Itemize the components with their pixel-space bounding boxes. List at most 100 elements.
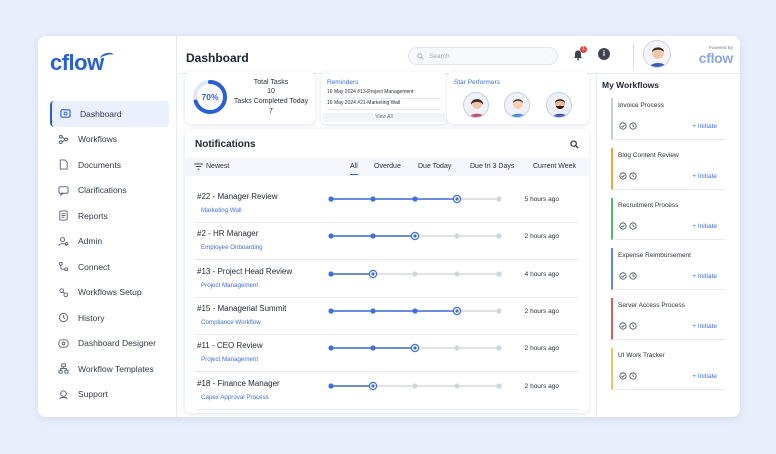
initiate-button[interactable]: + Initiate (692, 123, 717, 130)
workflow-name: Recruitment Process (618, 202, 679, 209)
tab-due-in-3-days[interactable]: Due In 3 Days (470, 163, 514, 170)
initiate-button[interactable]: + Initiate (692, 273, 717, 280)
notification-row[interactable]: #2 - HR Manager Employee Onboarding 2 hour… (195, 223, 579, 261)
workflow-card[interactable]: Server Access Process + Initiate (611, 298, 725, 340)
check-circle-icon[interactable] (619, 322, 627, 330)
notification-row[interactable]: #18 - Finance Manager Capex Approval Proc… (195, 373, 579, 410)
check-circle-icon[interactable] (619, 272, 627, 280)
check-circle-icon[interactable] (619, 122, 627, 130)
tab-current-week[interactable]: Current Week (533, 163, 576, 170)
performer-avatar[interactable] (463, 92, 489, 118)
sidebar-item-dashboard-designer[interactable]: Dashboard Designer (50, 331, 169, 357)
search-icon (417, 52, 424, 60)
sidebar-item-connect[interactable]: Connect (50, 254, 169, 280)
search-input[interactable]: Search (408, 47, 558, 65)
notifications-search-icon[interactable] (570, 140, 579, 149)
notification-time: 2 hours ago (524, 382, 559, 390)
reminder-item[interactable]: 16 May 2024 #13-Project Management (327, 89, 441, 99)
notification-title: #2 - HR Manager (197, 229, 259, 239)
workflow-card[interactable]: Expense Reimbursement + Initiate (611, 248, 725, 290)
notification-workflow-link[interactable]: Project Management (201, 356, 258, 363)
notification-badge: 1 (580, 46, 587, 53)
notification-workflow-link[interactable]: Employee Onboarding (201, 244, 263, 251)
clock-icon[interactable] (629, 372, 637, 380)
step-dot (370, 345, 376, 351)
notification-time: 2 hours ago (524, 345, 559, 353)
info-icon[interactable]: i (598, 48, 610, 60)
sidebar-item-label: Workflows (78, 134, 118, 145)
sidebar-item-workflow-templates[interactable]: Workflow Templates (50, 356, 169, 382)
sort-dropdown[interactable]: Newest (194, 163, 229, 170)
reminder-item[interactable]: 16 May 2024 #21-Marketing Wall (327, 100, 441, 110)
notification-row[interactable]: #11 - CEO Review Project Management 2 hour… (195, 335, 579, 373)
sidebar-item-history[interactable]: History (50, 305, 169, 331)
workflow-card[interactable]: UI Work Tracker + Initiate (611, 348, 725, 390)
tab-due-today[interactable]: Due Today (418, 163, 451, 170)
step-dot (328, 233, 334, 239)
clock-icon[interactable] (629, 272, 637, 280)
sidebar: cflow Dashboard Workflows Documents Clar… (38, 36, 177, 417)
step-dot (412, 308, 418, 314)
powered-logo-text: cflow (698, 50, 734, 66)
current-step-center (413, 346, 417, 350)
sidebar-item-workflows[interactable]: Workflows (50, 127, 169, 153)
check-circle-icon[interactable] (619, 222, 627, 230)
step-dot (454, 382, 460, 389)
sidebar-item-support[interactable]: Support (50, 382, 169, 408)
notification-workflow-link[interactable]: Project Management (201, 282, 258, 289)
step-dot (454, 233, 460, 239)
sidebar-item-label: Dashboard (80, 108, 122, 119)
clock-icon[interactable] (629, 122, 637, 130)
check-circle-icon[interactable] (619, 372, 627, 380)
tab-overdue[interactable]: Overdue (374, 163, 401, 170)
step-dot (496, 345, 502, 351)
workflow-card[interactable]: Blog Content Review + Initiate (611, 148, 725, 190)
notification-row[interactable]: #13 - Project Head Review Project Managem… (195, 261, 579, 298)
powered-by-logo: Powered By cflow (681, 45, 734, 66)
sidebar-item-documents[interactable]: Documents (50, 152, 169, 178)
total-tasks-label: Total Tasks (253, 79, 289, 86)
initiate-button[interactable]: + Initiate (692, 173, 717, 180)
step-dot (496, 308, 502, 314)
sidebar-item-label: Connect (78, 261, 110, 272)
notification-workflow-link[interactable]: Compliance Workflow (201, 319, 261, 326)
current-step-center (371, 271, 375, 276)
sidebar-item-reports[interactable]: Reports (50, 203, 169, 229)
support-icon (58, 389, 69, 400)
clock-icon[interactable] (629, 322, 637, 330)
star-performers-card: Star Performers (447, 72, 589, 124)
notification-workflow-link[interactable]: Marketing Wall (201, 207, 242, 214)
sidebar-item-admin[interactable]: Admin (50, 229, 169, 255)
sidebar-item-workflows-setup[interactable]: Workflows Setup (50, 280, 169, 306)
step-dot (328, 196, 334, 202)
page-title: Dashboard (186, 51, 249, 65)
notification-row[interactable]: #22 - Manager Review Marketing Wall 5 hour… (195, 186, 579, 223)
initiate-button[interactable]: + Initiate (692, 373, 717, 380)
clock-icon[interactable] (629, 222, 637, 230)
workflow-name: UI Work Tracker (618, 352, 665, 359)
performer-avatar[interactable] (546, 92, 572, 118)
initiate-button[interactable]: + Initiate (692, 223, 717, 230)
sidebar-item-clarifications[interactable]: Clarifications (50, 178, 169, 204)
step-dot (496, 196, 502, 202)
workflow-progress-stepper (328, 232, 502, 241)
clock-icon[interactable] (629, 172, 637, 180)
check-circle-icon[interactable] (619, 172, 627, 180)
sidebar-item-dashboard[interactable]: Dashboard (50, 101, 169, 127)
notification-time: 2 hours ago (524, 233, 559, 241)
tab-all[interactable]: All (350, 163, 358, 175)
notification-row[interactable]: #15 - Managerial Summit Compliance Workfl… (195, 298, 579, 335)
initiate-button[interactable]: + Initiate (692, 323, 717, 330)
cflow-logo[interactable]: cflow (50, 50, 115, 76)
step-dot (496, 270, 502, 277)
notification-workflow-link[interactable]: Capex Approval Process (201, 394, 269, 401)
view-all-button[interactable]: View All (323, 113, 445, 122)
performer-avatar[interactable] (504, 92, 530, 118)
workflow-card[interactable]: Invoice Process + Initiate (611, 98, 725, 140)
user-avatar[interactable] (643, 40, 671, 68)
admin-icon (58, 236, 69, 247)
workflow-icons (619, 122, 637, 130)
notification-time: 4 hours ago (524, 270, 559, 278)
sidebar-item-label: Workflow Templates (78, 363, 154, 374)
workflow-card[interactable]: Recruitment Process + Initiate (611, 198, 725, 240)
